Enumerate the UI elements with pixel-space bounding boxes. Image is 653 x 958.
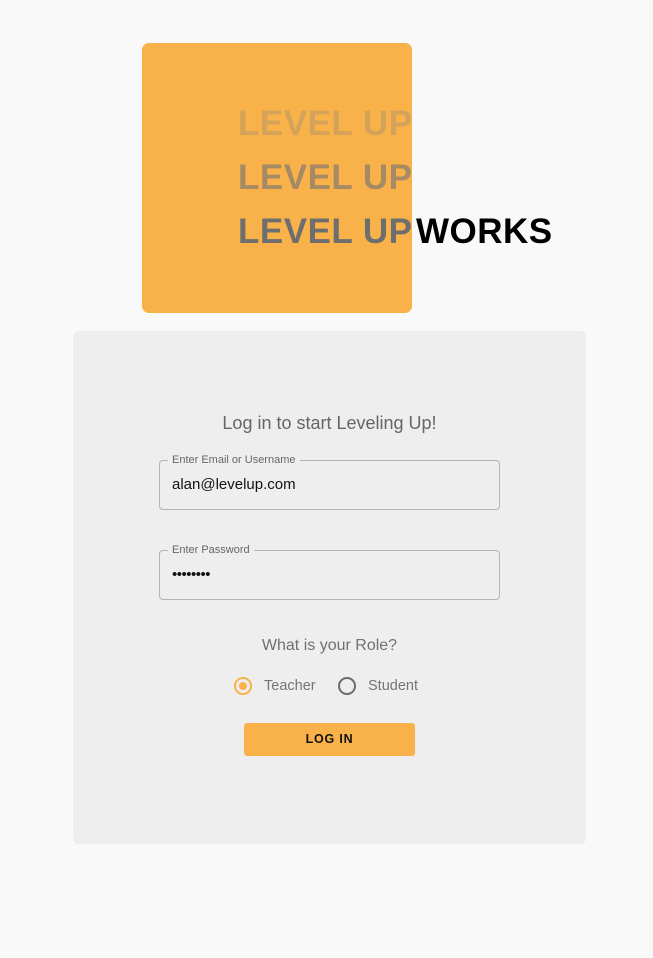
radio-checked-icon[interactable] [234,677,252,695]
logo-line: LEVEL UP [238,212,413,251]
logo-suffix: WORKS [416,212,553,251]
email-field[interactable]: Enter Email or Username alan@levelup.com [159,453,500,510]
email-field-value[interactable]: alan@levelup.com [172,476,296,494]
email-field-label: Enter Email or Username [168,453,300,467]
logo-line: LEVEL UP [238,158,413,197]
login-heading: Log in to start Leveling Up! [222,413,437,433]
logo-line: LEVEL UP [238,104,413,143]
password-field-label: Enter Password [168,543,254,557]
role-option-teacher[interactable]: Teacher [234,676,316,696]
password-field[interactable]: Enter Password •••••••• [159,543,500,600]
role-option-student[interactable]: Student [338,676,418,696]
role-question: What is your Role? [261,637,398,654]
role-option-label[interactable]: Student [368,676,418,696]
login-button[interactable]: LOG IN [244,723,415,756]
radio-unchecked-icon[interactable] [338,677,356,695]
role-option-label[interactable]: Teacher [264,676,316,696]
password-field-value[interactable]: •••••••• [172,566,211,584]
